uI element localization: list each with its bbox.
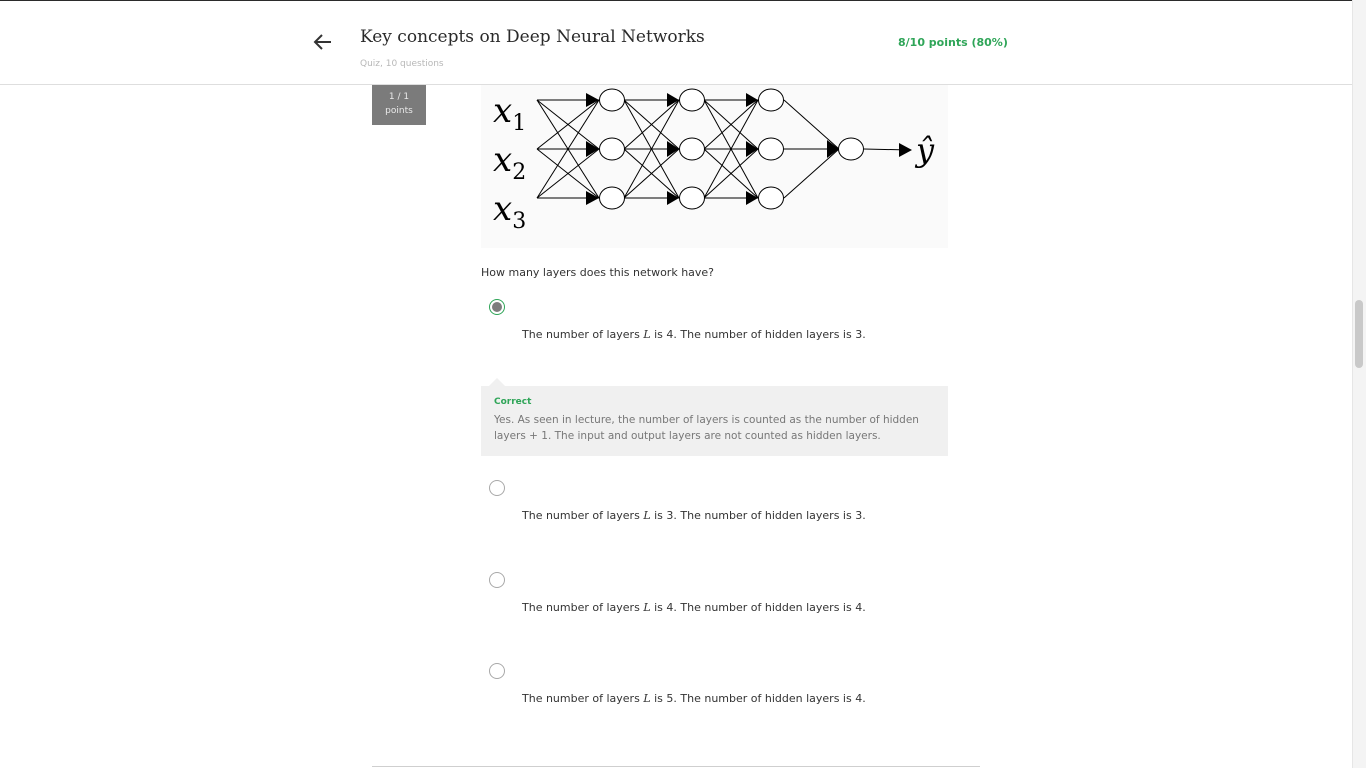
option-4-radio[interactable] [489, 663, 505, 679]
scrollbar-track[interactable] [1352, 0, 1366, 768]
input-labels: x1 x2 x3 [493, 91, 526, 234]
output-label: ŷ [914, 131, 935, 169]
input-label-x3: x3 [493, 189, 526, 234]
input-label-x2: x2 [493, 140, 526, 185]
score-summary: 8/10 points (80%) [898, 36, 1008, 49]
answer-feedback: Correct Yes. As seen in lecture, the num… [481, 378, 948, 456]
neural-network-diagram: x1 x2 x3 ŷ [481, 85, 948, 248]
feedback-explanation: Yes. As seen in lecture, the number of l… [494, 414, 919, 442]
option-1-radio[interactable] [489, 299, 505, 315]
option-4-label[interactable]: The number of layers L is 5. The number … [522, 692, 866, 705]
back-arrow-icon[interactable] [310, 29, 336, 55]
option-1-label[interactable]: The number of layers L is 4. The number … [522, 328, 866, 341]
quiz-subtitle: Quiz, 10 questions [360, 59, 444, 69]
option-2-radio[interactable] [489, 480, 505, 496]
points-badge: 1 / 1 points [372, 85, 426, 125]
quiz-header: Key concepts on Deep Neural Networks Qui… [0, 1, 1352, 85]
option-3-label[interactable]: The number of layers L is 4. The number … [522, 601, 866, 614]
option-3-radio[interactable] [489, 572, 505, 588]
question-prompt: How many layers does this network have? [481, 266, 715, 279]
option-2-label[interactable]: The number of layers L is 3. The number … [522, 509, 866, 522]
scrollbar-thumb[interactable] [1355, 300, 1363, 368]
input-label-x1: x1 [493, 91, 526, 136]
points-value: 1 / 1 [388, 92, 410, 102]
feedback-status: Correct [494, 397, 532, 407]
quiz-title: Key concepts on Deep Neural Networks [360, 27, 705, 47]
points-label: points [385, 106, 413, 116]
question-divider [372, 766, 980, 767]
